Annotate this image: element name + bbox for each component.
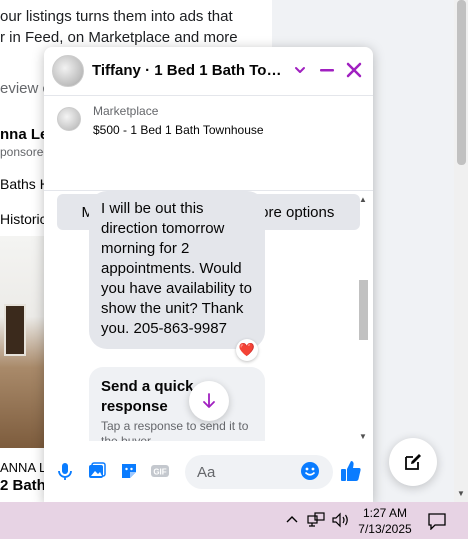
- quick-response-title: Send a quick response: [101, 378, 194, 415]
- messenger-chat-window: Tiffany · 1 Bed 1 Bath Townhouse Marketp…: [44, 47, 373, 503]
- message-composer: GIF: [44, 447, 373, 497]
- page-scrollbar-thumb[interactable]: [457, 0, 466, 165]
- scroll-down-arrow-icon[interactable]: ▼: [457, 489, 465, 498]
- compose-icon: [405, 454, 421, 470]
- chat-title[interactable]: Tiffany · 1 Bed 1 Bath Townhouse: [92, 62, 288, 79]
- network-icon[interactable]: [307, 512, 325, 528]
- scroll-to-bottom-button[interactable]: [189, 381, 229, 421]
- listing-ads-info: our listings turns them into ads that r …: [0, 6, 272, 48]
- review-link[interactable]: eview c: [0, 80, 50, 97]
- contact-avatar[interactable]: [52, 55, 84, 87]
- microphone-icon[interactable]: [55, 461, 75, 481]
- post-baths-text: Baths H: [0, 176, 50, 192]
- photo-window: [4, 304, 26, 356]
- sponsored-label: ponsored: [0, 145, 51, 159]
- clock-time: 1:27 AM: [362, 506, 408, 520]
- minimize-icon[interactable]: [318, 61, 336, 79]
- clock-date: 7/13/2025: [358, 522, 412, 536]
- post-historic-text: Historic: [0, 211, 47, 227]
- listing-photo[interactable]: [0, 236, 48, 448]
- page-scrollbar[interactable]: ▼: [454, 0, 468, 502]
- image-icon[interactable]: [87, 461, 107, 481]
- listing-name[interactable]: $500 - 1 Bed 1 Bath Townhouse: [93, 123, 264, 137]
- message-bubble[interactable]: I will be out this direction tomorrow mo…: [89, 191, 265, 349]
- quick-response-card[interactable]: Send a quick response Tap a response to …: [89, 367, 265, 441]
- sticker-icon[interactable]: [119, 461, 139, 481]
- chat-scrollbar[interactable]: ▲ ▼: [357, 195, 370, 441]
- scroll-up-arrow-icon[interactable]: ▲: [359, 195, 367, 204]
- arrow-down-icon: [203, 393, 215, 408]
- system-clock[interactable]: 1:27 AM 7/13/2025: [356, 505, 414, 537]
- chat-header[interactable]: Tiffany · 1 Bed 1 Bath Townhouse: [44, 47, 373, 96]
- intro-line-2: r in Feed, on Marketplace and more: [0, 29, 238, 46]
- windows-taskbar: 1:27 AM 7/13/2025: [0, 502, 468, 539]
- intro-line-1: our listings turns them into ads that: [0, 8, 233, 25]
- listing-source: Marketplace: [93, 104, 159, 118]
- listing-thumbnail[interactable]: [57, 107, 81, 131]
- volume-icon[interactable]: [331, 512, 351, 528]
- heart-reaction-icon[interactable]: ❤️: [236, 339, 258, 361]
- chat-scrollbar-thumb[interactable]: [359, 280, 368, 340]
- chevron-down-icon[interactable]: [293, 62, 307, 78]
- quick-response-subtitle: Tap a response to send it to the buyer: [101, 419, 249, 441]
- post-author[interactable]: nna Le: [0, 126, 48, 143]
- scroll-down-arrow-icon[interactable]: ▼: [359, 432, 367, 441]
- post2-author[interactable]: ANNA L: [0, 460, 46, 475]
- notification-center-icon[interactable]: [427, 512, 447, 530]
- new-message-button[interactable]: [389, 438, 437, 486]
- message-thread[interactable]: I will be out this direction tomorrow mo…: [44, 191, 373, 441]
- svg-text:GIF: GIF: [153, 468, 166, 477]
- marketplace-listing-card: Marketplace $500 - 1 Bed 1 Bath Townhous…: [44, 96, 373, 230]
- gif-icon[interactable]: GIF: [150, 461, 170, 481]
- thumbs-up-icon[interactable]: [339, 459, 363, 483]
- show-hidden-icons-icon[interactable]: [285, 513, 299, 527]
- emoji-icon[interactable]: [300, 461, 320, 481]
- close-icon[interactable]: [345, 61, 363, 79]
